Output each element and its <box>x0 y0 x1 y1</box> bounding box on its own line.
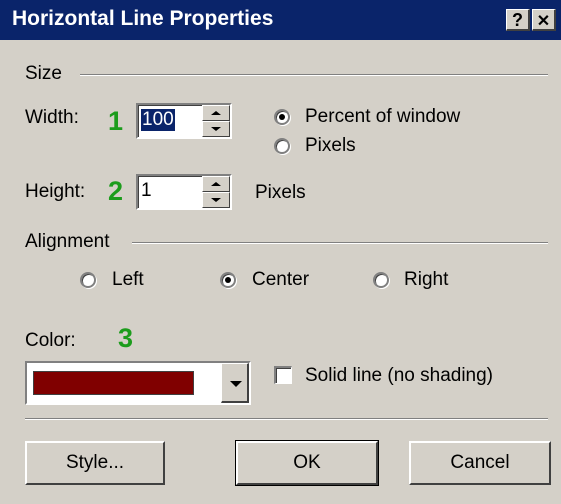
solid-line-checkbox[interactable] <box>274 366 292 384</box>
align-center-radio[interactable] <box>220 272 236 288</box>
solid-line-label: Solid line (no shading) <box>305 365 494 386</box>
cancel-button[interactable]: Cancel <box>409 441 551 485</box>
height-spin-up-button[interactable] <box>202 176 230 192</box>
width-spinbox[interactable]: 100 <box>136 103 232 139</box>
align-left-label: Left <box>112 269 144 290</box>
color-dropdown-button[interactable] <box>221 363 249 403</box>
pixels-label: Pixels <box>305 135 356 156</box>
height-spin-down-button[interactable] <box>202 192 230 208</box>
color-swatch <box>33 371 194 395</box>
callout-3: 3 <box>118 323 134 353</box>
percent-of-window-radio[interactable] <box>274 109 290 125</box>
size-group-divider <box>80 74 548 76</box>
arrow-up-icon <box>211 111 221 115</box>
help-button[interactable]: ? <box>506 9 530 31</box>
arrow-up-icon <box>211 182 221 186</box>
alignment-group-divider <box>132 242 548 244</box>
color-dropdown[interactable] <box>25 361 251 405</box>
pixels-radio[interactable] <box>274 138 290 154</box>
close-button[interactable]: ✕ <box>532 9 556 31</box>
window-title: Horizontal Line Properties <box>12 7 274 30</box>
arrow-down-icon <box>211 127 221 131</box>
ok-button[interactable]: OK <box>235 440 379 486</box>
arrow-down-icon <box>211 198 221 202</box>
percent-of-window-label: Percent of window <box>305 106 461 127</box>
align-center-label: Center <box>252 269 310 290</box>
color-label: Color: <box>25 330 76 351</box>
height-input[interactable]: 1 <box>141 180 152 202</box>
width-spin-down-button[interactable] <box>202 121 230 137</box>
close-icon: ✕ <box>536 13 551 30</box>
size-group-label: Size <box>25 63 62 84</box>
chevron-down-icon <box>230 381 242 387</box>
width-input[interactable]: 100 <box>141 109 175 131</box>
buttons-divider <box>25 418 548 420</box>
width-label: Width: <box>25 107 79 128</box>
alignment-group-label: Alignment <box>25 231 110 252</box>
callout-2: 2 <box>108 176 124 206</box>
style-button[interactable]: Style... <box>25 441 165 485</box>
height-unit-label: Pixels <box>255 182 306 203</box>
width-spin-up-button[interactable] <box>202 105 230 121</box>
align-right-radio[interactable] <box>373 272 389 288</box>
height-spinbox[interactable]: 1 <box>136 174 232 210</box>
callout-1: 1 <box>108 106 124 136</box>
align-left-radio[interactable] <box>80 272 96 288</box>
height-label: Height: <box>25 181 86 202</box>
align-right-label: Right <box>404 269 449 290</box>
